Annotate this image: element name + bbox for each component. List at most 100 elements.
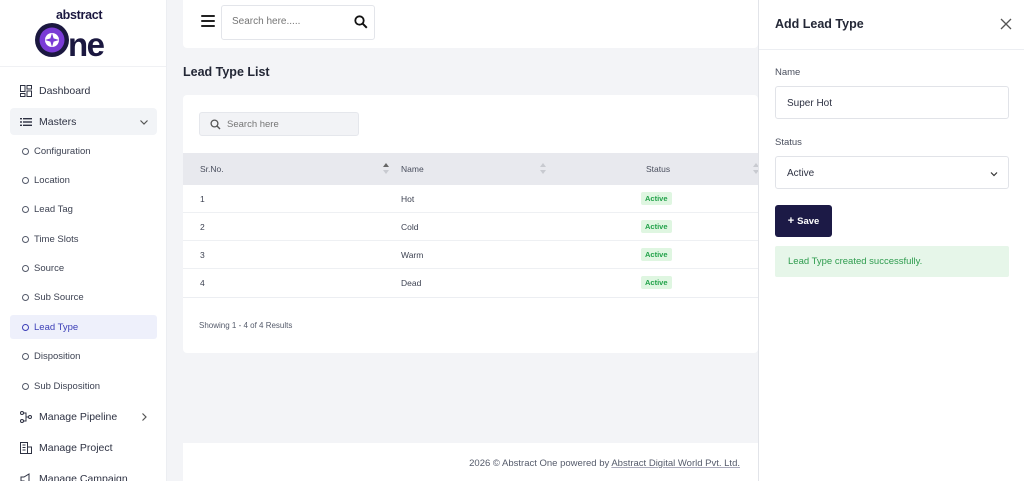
global-search-input[interactable] bbox=[232, 16, 342, 27]
cell-name: Dead bbox=[401, 278, 422, 288]
footer-company-link[interactable]: Abstract Digital World Pvt. Ltd. bbox=[611, 458, 740, 469]
table-header: Sr.No. Name Status bbox=[183, 153, 758, 185]
circle-icon bbox=[22, 176, 29, 184]
sidebar-subitem-source[interactable]: Source bbox=[10, 257, 157, 281]
list-icon bbox=[20, 116, 32, 128]
table-divider bbox=[183, 297, 758, 298]
status-badge: Active bbox=[641, 276, 672, 289]
status-badge: Active bbox=[641, 220, 672, 233]
name-input[interactable] bbox=[787, 98, 987, 109]
column-header-srno[interactable]: Sr.No. bbox=[200, 164, 224, 174]
sidebar-nav: Dashboard Masters Configuration Location… bbox=[10, 79, 157, 481]
brand-logo[interactable]: abstract ne bbox=[32, 8, 136, 63]
table-row[interactable]: 4 Dead Active bbox=[183, 269, 758, 297]
sidebar-item-label: Masters bbox=[39, 115, 77, 128]
sidebar-item-manage-project[interactable]: Manage Project bbox=[10, 435, 157, 461]
sidebar-item-manage-pipeline[interactable]: Manage Pipeline bbox=[10, 404, 157, 430]
column-header-name[interactable]: Name bbox=[401, 164, 424, 174]
circle-icon bbox=[22, 206, 29, 214]
sidebar-subitem-disposition[interactable]: Disposition bbox=[10, 345, 157, 369]
sidebar-subitem-time-slots[interactable]: Time Slots bbox=[10, 227, 157, 251]
panel-header: Add Lead Type bbox=[759, 0, 1024, 50]
footer-copyright: 2026 © Abstract One powered by bbox=[469, 458, 612, 469]
search-icon[interactable] bbox=[354, 15, 368, 29]
column-header-status[interactable]: Status bbox=[646, 164, 670, 174]
sidebar-subitem-lead-tag[interactable]: Lead Tag bbox=[10, 198, 157, 222]
add-lead-type-panel: Add Lead Type Name Status Active + Save … bbox=[758, 0, 1024, 481]
sidebar-subitem-label: Source bbox=[34, 263, 65, 275]
campaign-icon bbox=[20, 472, 32, 481]
circle-icon bbox=[22, 353, 29, 361]
cell-srno: 4 bbox=[200, 278, 205, 288]
top-bar bbox=[183, 0, 758, 48]
sort-icon[interactable] bbox=[540, 163, 546, 174]
sidebar-subitem-label: Lead Type bbox=[34, 321, 79, 333]
table-row[interactable]: 1 Hot Active bbox=[183, 185, 758, 213]
name-label: Name bbox=[775, 67, 801, 78]
sidebar-subitem-label: Sub Source bbox=[34, 292, 84, 304]
chevron-down-icon bbox=[139, 117, 149, 127]
chevron-right-icon bbox=[139, 412, 149, 422]
success-alert: Lead Type created successfully. bbox=[775, 246, 1009, 277]
status-badge: Active bbox=[641, 248, 672, 261]
sidebar-subitem-label: Time Slots bbox=[34, 233, 79, 245]
logo-divider bbox=[0, 66, 166, 67]
circle-icon bbox=[22, 265, 29, 273]
status-select-value: Active bbox=[787, 168, 815, 179]
sidebar-subitem-label: Lead Tag bbox=[34, 204, 73, 216]
circle-icon bbox=[22, 235, 29, 243]
save-button-label: Save bbox=[797, 215, 820, 227]
sidebar-subitem-label: Configuration bbox=[34, 145, 91, 157]
sidebar-item-label: Dashboard bbox=[39, 85, 91, 97]
plus-icon: + bbox=[787, 215, 795, 227]
status-label: Status bbox=[775, 137, 802, 148]
list-search bbox=[199, 112, 359, 136]
status-select[interactable]: Active bbox=[775, 156, 1009, 189]
close-icon[interactable] bbox=[999, 17, 1013, 31]
dashboard-icon bbox=[20, 85, 32, 97]
table-row[interactable]: 3 Warm Active bbox=[183, 241, 758, 269]
sidebar-subitem-configuration[interactable]: Configuration bbox=[10, 139, 157, 163]
sidebar-subitem-sub-source[interactable]: Sub Source bbox=[10, 286, 157, 310]
cell-srno: 2 bbox=[200, 222, 205, 232]
sidebar: abstract ne Dashboard Masters Configurat… bbox=[0, 0, 167, 481]
building-icon bbox=[20, 441, 32, 454]
pipeline-icon bbox=[20, 410, 32, 423]
menu-icon[interactable] bbox=[201, 15, 215, 27]
sidebar-item-label: Manage Campaign bbox=[39, 472, 128, 481]
sidebar-item-dashboard[interactable]: Dashboard bbox=[10, 79, 157, 103]
sidebar-item-masters[interactable]: Masters bbox=[10, 108, 157, 135]
sidebar-subitem-label: Sub Disposition bbox=[34, 380, 101, 392]
name-field bbox=[775, 86, 1009, 119]
status-badge: Active bbox=[641, 192, 672, 205]
sort-icon[interactable] bbox=[383, 163, 389, 174]
svg-text:abstract: abstract bbox=[56, 8, 103, 22]
global-search bbox=[221, 5, 375, 40]
circle-icon bbox=[22, 294, 29, 302]
svg-text:ne: ne bbox=[68, 26, 105, 60]
cell-name: Warm bbox=[401, 250, 424, 260]
circle-icon bbox=[22, 147, 29, 155]
save-button[interactable]: + Save bbox=[775, 205, 832, 237]
sidebar-item-label: Manage Pipeline bbox=[39, 410, 118, 423]
cell-name: Cold bbox=[401, 222, 419, 232]
cell-srno: 3 bbox=[200, 250, 205, 260]
sidebar-subitem-lead-type[interactable]: Lead Type bbox=[10, 315, 157, 340]
search-icon bbox=[210, 119, 221, 130]
panel-title: Add Lead Type bbox=[775, 17, 864, 31]
sidebar-item-label: Manage Project bbox=[39, 441, 113, 454]
lead-type-list-card: Sr.No. Name Status 1 Hot Active 2 Cold A… bbox=[183, 95, 758, 353]
sidebar-subitem-location[interactable]: Location bbox=[10, 168, 157, 192]
success-alert-text: Lead Type created successfully. bbox=[788, 256, 923, 267]
page-title: Lead Type List bbox=[183, 65, 270, 79]
chevron-down-icon bbox=[989, 169, 999, 179]
cell-name: Hot bbox=[401, 194, 415, 204]
sidebar-item-manage-campaign[interactable]: Manage Campaign bbox=[10, 466, 157, 481]
circle-icon bbox=[22, 382, 29, 390]
table-row[interactable]: 2 Cold Active bbox=[183, 213, 758, 241]
footer-text: 2026 © Abstract One powered by Abstract … bbox=[469, 458, 740, 469]
sidebar-subitem-sub-disposition[interactable]: Sub Disposition bbox=[10, 374, 157, 398]
pagination-summary: Showing 1 - 4 of 4 Results bbox=[199, 321, 293, 330]
circle-icon bbox=[22, 323, 29, 331]
list-search-input[interactable] bbox=[227, 119, 347, 130]
